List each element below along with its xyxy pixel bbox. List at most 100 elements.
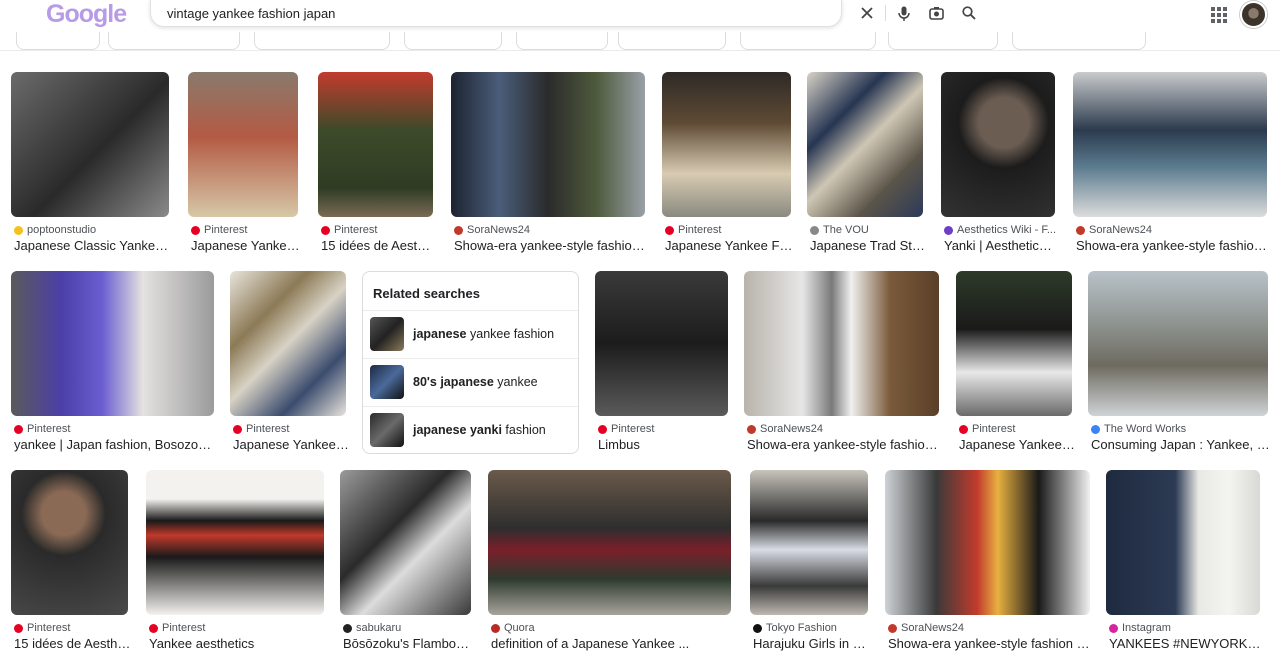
result-title[interactable]: Showa-era yankee-style fashion s... — [1076, 238, 1270, 253]
result-source[interactable]: Aesthetics Wiki - F... — [944, 224, 1058, 236]
result-thumbnail[interactable] — [146, 470, 324, 615]
related-search-item[interactable]: 80's japanese yankee — [363, 358, 578, 406]
source-favicon — [491, 623, 500, 633]
result-title[interactable]: Japanese Yankee ... — [191, 238, 301, 253]
filter-chip[interactable] — [16, 32, 100, 50]
result-thumbnail[interactable] — [318, 72, 433, 217]
related-search-text[interactable]: japanese yankee fashion — [413, 327, 554, 341]
result-source[interactable]: SoraNews24 — [747, 423, 942, 435]
result-title[interactable]: Showa-era yankee-style fashion s... — [747, 437, 942, 452]
top-bar: Google — [0, 0, 1280, 60]
mic-icon[interactable] — [895, 4, 913, 22]
result-source[interactable]: Pinterest — [14, 622, 131, 634]
result-title[interactable]: Consuming Japan : Yankee, Ga... — [1091, 437, 1271, 452]
result-thumbnail[interactable] — [744, 271, 939, 416]
result-source[interactable]: Pinterest — [14, 423, 217, 435]
close-icon[interactable] — [858, 4, 876, 22]
result-source[interactable]: SoraNews24 — [1076, 224, 1270, 236]
result-title[interactable]: Showa-era yankee-style fashion s... — [454, 238, 648, 253]
related-search-item[interactable]: japanese yankee fashion — [363, 310, 578, 358]
related-thumbnail — [370, 365, 404, 399]
result-thumbnail[interactable] — [807, 72, 923, 217]
result-title[interactable]: 15 idées de Aesthe... — [14, 636, 131, 651]
result-thumbnail[interactable] — [451, 72, 645, 217]
result-source[interactable]: Tokyo Fashion — [753, 622, 871, 634]
filter-chip[interactable] — [888, 32, 998, 50]
result-thumbnail[interactable] — [230, 271, 346, 416]
filter-chip[interactable] — [108, 32, 240, 50]
source-favicon — [944, 225, 953, 235]
result-source[interactable]: Quora — [491, 622, 734, 634]
result-title[interactable]: Japanese Trad Sty... — [810, 238, 926, 253]
result-title[interactable]: Showa-era yankee-style fashion sh... — [888, 636, 1093, 651]
result-source[interactable]: Pinterest — [149, 622, 327, 634]
google-logo[interactable]: Google — [46, 0, 127, 29]
result-title[interactable]: YANKEES #NEWYORKYA... — [1109, 636, 1263, 651]
filter-chip[interactable] — [254, 32, 390, 50]
result-title[interactable]: Limbus — [598, 437, 731, 452]
result-title[interactable]: Bōsōzoku's Flamboya... — [343, 636, 474, 651]
result-source[interactable]: Pinterest — [959, 423, 1075, 435]
result-source[interactable]: Pinterest — [321, 224, 436, 236]
result-source[interactable]: poptoonstudio — [14, 224, 172, 236]
source-favicon — [1109, 623, 1118, 633]
result-thumbnail[interactable] — [956, 271, 1072, 416]
result-thumbnail[interactable] — [1088, 271, 1268, 416]
result-source[interactable]: The Word Works — [1091, 423, 1271, 435]
search-input[interactable] — [167, 4, 687, 22]
source-favicon — [454, 225, 463, 235]
result-title[interactable]: Yanki | Aesthetics ... — [944, 238, 1058, 253]
result-thumbnail[interactable] — [1073, 72, 1267, 217]
related-search-text[interactable]: japanese yanki fashion — [413, 423, 546, 437]
source-favicon — [598, 424, 607, 434]
header-divider — [0, 50, 1280, 51]
result-thumbnail[interactable] — [188, 72, 298, 217]
filter-chip[interactable] — [740, 32, 876, 50]
related-search-text[interactable]: 80's japanese yankee — [413, 375, 538, 389]
result-source[interactable]: Pinterest — [191, 224, 301, 236]
filter-chips-row — [0, 32, 1280, 50]
result-thumbnail[interactable] — [11, 271, 214, 416]
result-thumbnail[interactable] — [11, 470, 128, 615]
result-thumbnail[interactable] — [750, 470, 868, 615]
result-thumbnail[interactable] — [941, 72, 1055, 217]
result-source[interactable]: Pinterest — [233, 423, 349, 435]
filter-chip[interactable] — [1012, 32, 1146, 50]
result-title[interactable]: Japanese Classic Yankee ... — [14, 238, 172, 253]
source-favicon — [149, 623, 158, 633]
result-title[interactable]: Yankee aesthetics — [149, 636, 327, 651]
result-source[interactable]: sabukaru — [343, 622, 474, 634]
result-source[interactable]: SoraNews24 — [454, 224, 648, 236]
result-thumbnail[interactable] — [11, 72, 169, 217]
result-thumbnail[interactable] — [885, 470, 1090, 615]
result-thumbnail[interactable] — [340, 470, 471, 615]
source-favicon — [810, 225, 819, 235]
result-title[interactable]: yankee | Japan fashion, Bosozoku ... — [14, 437, 217, 452]
result-title[interactable]: Japanese Yankee ... — [959, 437, 1075, 452]
search-box[interactable] — [150, 0, 976, 27]
result-title[interactable]: Japanese Yankee Fa... — [665, 238, 794, 253]
result-title[interactable]: definition of a Japanese Yankee ... — [491, 636, 734, 651]
result-source[interactable]: The VOU — [810, 224, 926, 236]
apps-grid-icon[interactable] — [1210, 6, 1228, 24]
result-title[interactable]: 15 idées de Aesthe... — [321, 238, 436, 253]
result-source[interactable]: Instagram — [1109, 622, 1263, 634]
result-source[interactable]: Pinterest — [598, 423, 731, 435]
result-thumbnail[interactable] — [1106, 470, 1260, 615]
filter-chip[interactable] — [618, 32, 726, 50]
filter-chip[interactable] — [404, 32, 502, 50]
result-thumbnail[interactable] — [595, 271, 728, 416]
related-search-item[interactable]: japanese yanki fashion — [363, 406, 578, 453]
result-title[interactable]: Japanese Yankee ... — [233, 437, 349, 452]
result-source[interactable]: SoraNews24 — [888, 622, 1093, 634]
camera-lens-icon[interactable] — [927, 4, 945, 22]
result-source[interactable]: Pinterest — [665, 224, 794, 236]
source-favicon — [753, 623, 762, 633]
search-icon[interactable] — [960, 4, 978, 22]
avatar[interactable] — [1240, 1, 1267, 28]
source-favicon — [14, 623, 23, 633]
result-thumbnail[interactable] — [488, 470, 731, 615]
result-thumbnail[interactable] — [662, 72, 791, 217]
result-title[interactable]: Harajuku Girls in S... — [753, 636, 871, 651]
filter-chip[interactable] — [516, 32, 608, 50]
